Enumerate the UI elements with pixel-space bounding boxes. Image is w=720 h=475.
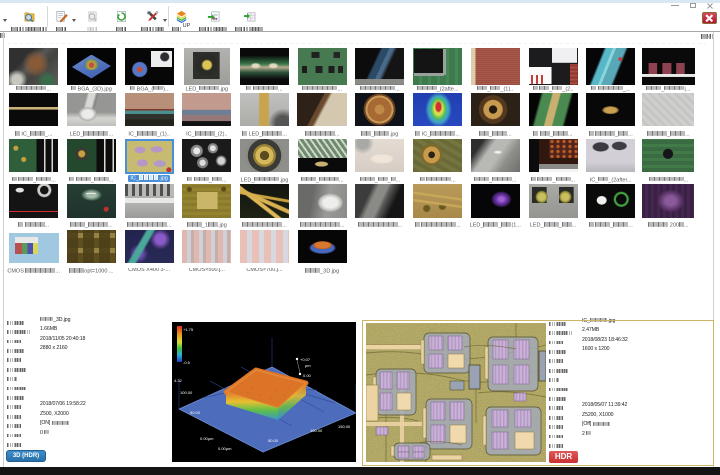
svg-text:0.00μm: 0.00μm: [218, 446, 232, 451]
svg-text:4.32: 4.32: [174, 378, 183, 383]
svg-text:-0.5: -0.5: [183, 360, 191, 365]
svg-text:50.00: 50.00: [190, 410, 201, 415]
svg-text:0.00: 0.00: [303, 373, 312, 378]
svg-text:+0.07: +0.07: [300, 357, 311, 362]
svg-text:+1.75: +1.75: [183, 327, 194, 332]
svg-text:150.00: 150.00: [338, 424, 351, 429]
svg-text:100.00: 100.00: [310, 428, 323, 433]
svg-text:μm: μm: [305, 363, 311, 368]
svg-text:50.00: 50.00: [268, 438, 279, 443]
svg-text:100.00: 100.00: [180, 390, 193, 395]
svg-text:0.00μm: 0.00μm: [200, 436, 214, 441]
